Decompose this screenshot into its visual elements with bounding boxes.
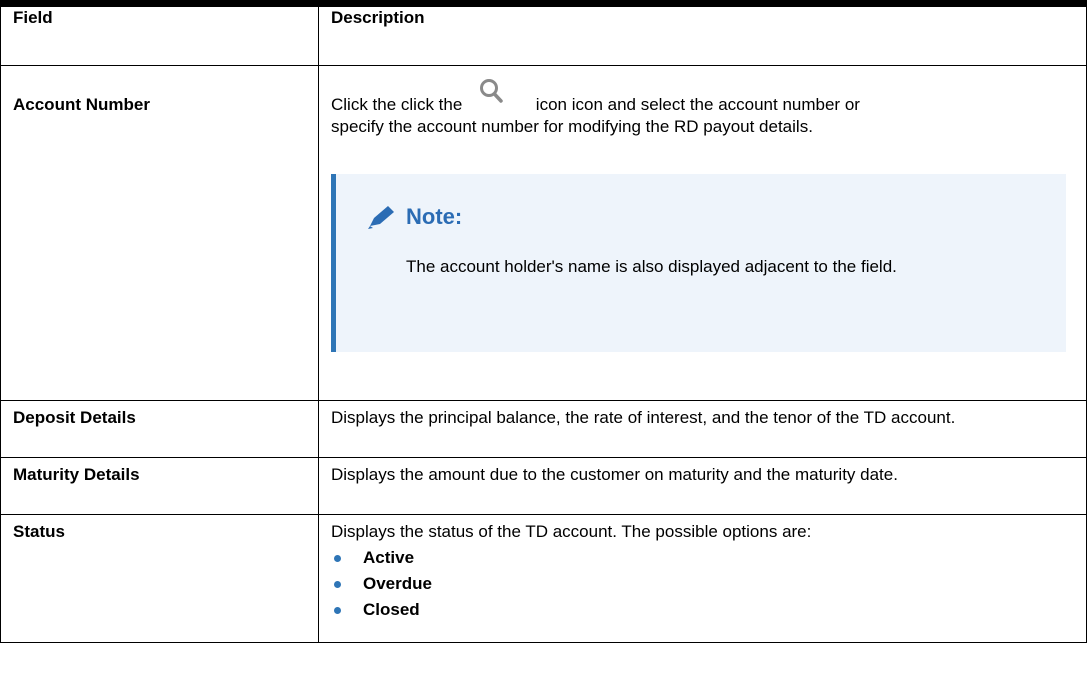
description-status: Displays the status of the TD account. T…	[318, 514, 1087, 643]
note-body: The account holder's name is also displa…	[406, 257, 897, 276]
status-description-text: Displays the status of the TD account. T…	[331, 522, 812, 541]
account-number-text-after: icon icon and select the account number …	[535, 95, 860, 114]
table-row: Deposit Details Displays the principal b…	[0, 400, 1087, 458]
list-item: Overdue	[331, 571, 1072, 597]
table-header-row: Field Description	[0, 6, 1087, 66]
note-title: Note:	[366, 204, 1042, 230]
table-row: Status Displays the status of the TD acc…	[0, 514, 1087, 643]
note-title-text: Note:	[406, 204, 463, 229]
list-item: Active	[331, 545, 1072, 571]
field-deposit-details: Deposit Details	[0, 400, 319, 458]
field-maturity-details: Maturity Details	[0, 457, 319, 515]
table-row: Account Number Click the click the icon …	[0, 65, 1087, 401]
description-deposit-details: Displays the principal balance, the rate…	[318, 400, 1087, 458]
header-description: Description	[318, 6, 1087, 66]
search-icon	[469, 79, 529, 124]
status-options-list: Active Overdue Closed	[331, 545, 1072, 623]
description-maturity-details: Displays the amount due to the customer …	[318, 457, 1087, 515]
note-box: Note: The account holder's name is also …	[331, 174, 1066, 352]
account-number-line1: Click the click the icon icon and select…	[331, 79, 1072, 116]
account-number-line2: specify the account number for modifying…	[331, 117, 813, 136]
table-row: Maturity Details Displays the amount due…	[0, 457, 1087, 515]
account-number-text-before: Click the click the	[331, 95, 463, 114]
field-account-number: Account Number	[0, 65, 319, 401]
pencil-icon	[368, 206, 394, 229]
field-status: Status	[0, 514, 319, 643]
header-field: Field	[0, 6, 319, 66]
description-account-number: Click the click the icon icon and select…	[318, 65, 1087, 401]
list-item: Closed	[331, 597, 1072, 623]
field-description-table: Field Description Account Number Click t…	[0, 6, 1087, 643]
